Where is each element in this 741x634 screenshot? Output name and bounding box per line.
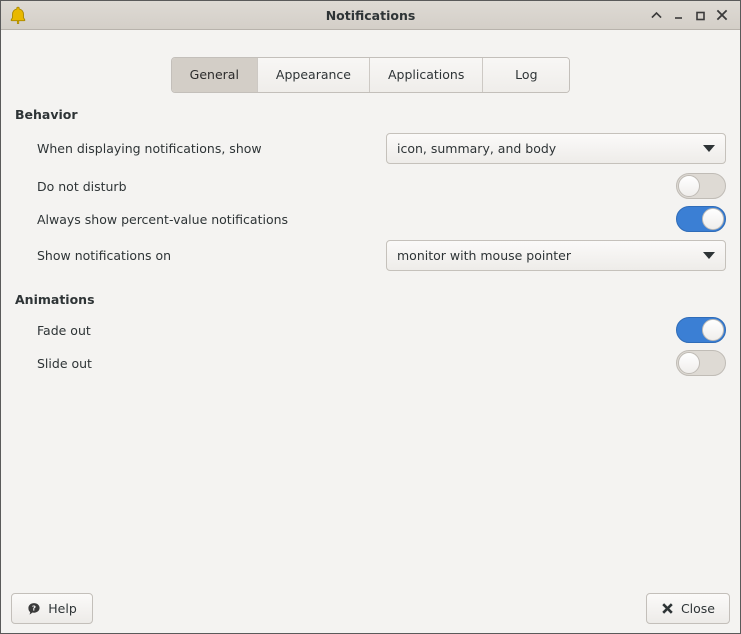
close-x-icon xyxy=(661,602,674,615)
switch-knob xyxy=(702,208,724,230)
section-heading-behavior: Behavior xyxy=(15,107,78,122)
control-percent-value-notifications xyxy=(676,206,726,232)
row-show-notifications-on: Show notifications on monitor with mouse… xyxy=(15,240,726,271)
label-when-displaying-notifications: When displaying notifications, show xyxy=(37,141,262,156)
tab-appearance[interactable]: Appearance xyxy=(257,58,370,92)
control-show-notifications-on: monitor with mouse pointer xyxy=(386,240,726,271)
row-fade-out: Fade out xyxy=(15,316,726,344)
tab-log[interactable]: Log xyxy=(483,58,570,92)
dialog-action-bar: ? Help Close xyxy=(1,584,740,633)
svg-text:?: ? xyxy=(32,603,36,612)
control-fade-out xyxy=(676,317,726,343)
tab-appearance-label: Appearance xyxy=(275,67,351,82)
tab-log-label: Log xyxy=(515,67,538,82)
shade-button[interactable] xyxy=(646,4,666,26)
close-icon[interactable] xyxy=(712,4,732,26)
display-show-value: icon, summary, and body xyxy=(397,141,557,156)
row-do-not-disturb: Do not disturb xyxy=(15,172,726,200)
section-heading-animations: Animations xyxy=(15,292,95,307)
chevron-down-icon xyxy=(703,145,715,152)
label-fade-out: Fade out xyxy=(37,322,91,338)
display-show-combobox[interactable]: icon, summary, and body xyxy=(386,133,726,164)
percent-value-switch[interactable] xyxy=(676,206,726,232)
tab-general[interactable]: General xyxy=(171,58,258,92)
switch-knob xyxy=(702,319,724,341)
control-when-displaying-notifications: icon, summary, and body xyxy=(386,133,726,164)
window-title: Notifications xyxy=(325,7,416,23)
window-controls xyxy=(646,4,740,26)
help-button-label: Help xyxy=(48,601,77,616)
help-button[interactable]: ? Help xyxy=(11,593,93,624)
row-when-displaying-notifications: When displaying notifications, show icon… xyxy=(15,133,726,164)
general-tab-panel: Behavior When displaying notifications, … xyxy=(1,93,740,584)
fade-out-switch[interactable] xyxy=(676,317,726,343)
chevron-down-icon xyxy=(703,252,715,259)
close-button-label: Close xyxy=(680,601,715,616)
tab-applications-label: Applications xyxy=(387,67,465,82)
slide-out-switch[interactable] xyxy=(676,350,726,376)
control-slide-out xyxy=(676,350,726,376)
label-slide-out: Slide out xyxy=(37,355,92,371)
notifications-settings-window: Notifications General Appearance Applica… xyxy=(0,0,741,634)
control-do-not-disturb xyxy=(676,173,726,199)
tab-general-label: General xyxy=(189,67,239,82)
minimize-button[interactable] xyxy=(668,4,688,26)
label-do-not-disturb: Do not disturb xyxy=(37,178,127,194)
close-button[interactable]: Close xyxy=(645,593,730,624)
do-not-disturb-switch[interactable] xyxy=(676,173,726,199)
bell-icon xyxy=(5,3,31,27)
label-percent-value-notifications: Always show percent-value notifications xyxy=(37,211,289,227)
titlebar: Notifications xyxy=(1,1,740,30)
row-percent-value-notifications: Always show percent-value notifications xyxy=(15,205,726,233)
switch-knob xyxy=(678,352,700,374)
tab-applications[interactable]: Applications xyxy=(369,58,484,92)
tab-bar: General Appearance Applications Log xyxy=(170,57,571,93)
maximize-button[interactable] xyxy=(690,4,710,26)
switch-knob xyxy=(678,175,700,197)
row-slide-out: Slide out xyxy=(15,349,726,377)
label-show-notifications-on: Show notifications on xyxy=(37,248,172,263)
help-icon: ? xyxy=(27,602,41,616)
show-notifications-on-value: monitor with mouse pointer xyxy=(397,248,572,263)
tab-bar-wrapper: General Appearance Applications Log xyxy=(1,30,740,93)
show-notifications-on-combobox[interactable]: monitor with mouse pointer xyxy=(386,240,726,271)
